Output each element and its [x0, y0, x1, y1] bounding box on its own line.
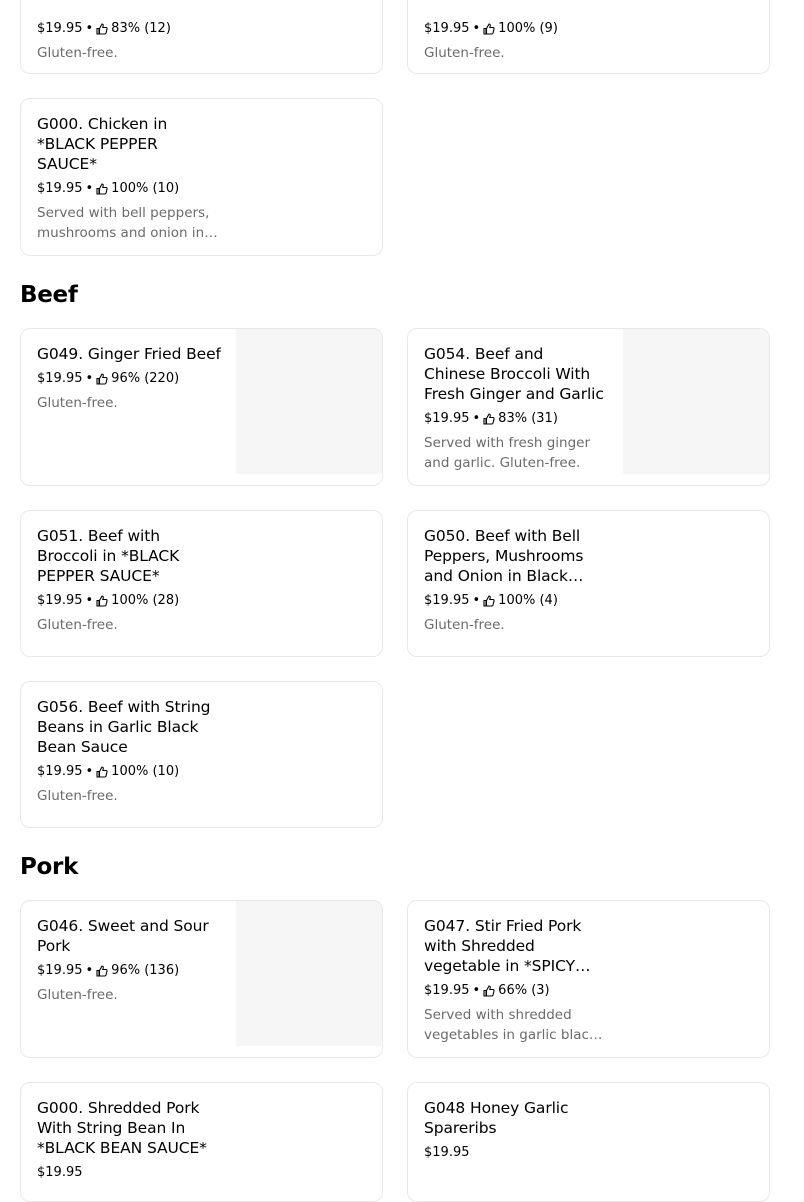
item-description: Served with bell peppers, mushrooms and … [37, 205, 210, 241]
item-meta: $19.95 • 100% (9) [424, 19, 608, 39]
item-price: $19.95 [37, 21, 83, 36]
item-meta: $19.95 • 100% (10) [37, 179, 221, 199]
item-meta: $19.95 • 96% (220) [37, 369, 221, 389]
menu-item-card[interactable]: G000. Chicken in *BLACK PEPPER SAUCE* $1… [20, 98, 383, 256]
item-description: Gluten-free. [37, 987, 118, 1003]
thumbs-up-icon [483, 985, 495, 997]
item-rating: 100% (4) [498, 593, 558, 608]
item-title: G047. Stir Fried Pork with Shredded vege… [424, 917, 582, 975]
item-rating: 100% (28) [111, 593, 180, 608]
item-price: $19.95 [424, 593, 470, 608]
thumbs-up-icon [96, 965, 108, 977]
menu-item-card[interactable]: $19.95 • 100% (9) Gluten-free. [407, 0, 770, 74]
item-title: G054. Beef and Chinese Broccoli With Fre… [424, 345, 604, 403]
item-description: Gluten-free. [37, 617, 118, 633]
thumbs-up-icon [96, 23, 108, 35]
item-price: $19.95 [37, 1165, 83, 1180]
item-rating: 100% (10) [111, 181, 180, 196]
item-title: G000. Chicken in *BLACK PEPPER SAUCE* [37, 115, 168, 173]
menu-item-card[interactable]: G056. Beef with String Beans in Garlic B… [20, 681, 383, 828]
dish-photo-placeholder [623, 329, 769, 474]
menu-item-card[interactable]: G051. Beef with Broccoli in *BLACK PEPPE… [20, 510, 383, 657]
item-rating: 83% (31) [498, 411, 558, 426]
item-title: G051. Beef with Broccoli in *BLACK PEPPE… [37, 527, 180, 585]
item-price: $19.95 [424, 983, 470, 998]
item-meta: $19.95 • 83% (31) [424, 409, 608, 429]
thumbs-up-icon [483, 413, 495, 425]
item-rating: 96% (220) [111, 371, 180, 386]
menu-item-card[interactable]: G054. Beef and Chinese Broccoli With Fre… [407, 328, 770, 486]
thumbs-up-icon [96, 183, 108, 195]
menu-item-card[interactable]: $19.95 • 83% (12) Gluten-free. [20, 0, 383, 74]
item-title: G048 Honey Garlic Spareribs [424, 1099, 569, 1137]
item-title: G049. Ginger Fried Beef [37, 345, 221, 363]
thumbs-up-icon [96, 373, 108, 385]
item-meta: $19.95 [37, 1163, 221, 1183]
menu-item-card[interactable]: G048 Honey Garlic Spareribs $19.95 [407, 1082, 770, 1202]
dish-photo-placeholder [236, 901, 382, 1046]
item-rating: 83% (12) [111, 21, 171, 36]
item-description: Gluten-free. [424, 617, 505, 633]
item-meta: $19.95 • 100% (28) [37, 591, 221, 611]
menu-item-card[interactable]: G000. Shredded Pork With String Bean In … [20, 1082, 383, 1202]
item-description: Served with shredded vegetables in garli… [424, 1007, 597, 1043]
item-price: $19.95 [37, 593, 83, 608]
item-price: $19.95 [37, 764, 83, 779]
item-rating: 100% (10) [111, 764, 180, 779]
item-description: Gluten-free. [37, 45, 118, 61]
menu-item-card[interactable]: G050. Beef with Bell Peppers, Mushrooms … [407, 510, 770, 657]
item-meta: $19.95 • 96% (136) [37, 961, 221, 981]
item-price: $19.95 [37, 963, 83, 978]
menu-item-card[interactable]: G046. Sweet and Sour Pork $19.95 • 96% (13… [20, 900, 383, 1058]
item-rating: 100% (9) [498, 21, 558, 36]
item-title: G000. Shredded Pork With String Bean In … [37, 1099, 207, 1157]
item-title: G050. Beef with Bell Peppers, Mushrooms … [424, 527, 584, 585]
thumbs-up-icon [96, 595, 108, 607]
item-meta: $19.95 • 100% (10) [37, 762, 221, 782]
menu-item-card[interactable]: G049. Ginger Fried Beef $19.95 • 96% (220)… [20, 328, 383, 486]
thumbs-up-icon [483, 23, 495, 35]
dish-photo-placeholder [236, 329, 382, 474]
section-heading-pork: Pork [20, 854, 79, 880]
item-rating: 96% (136) [111, 963, 180, 978]
item-price: $19.95 [424, 1145, 470, 1160]
item-price: $19.95 [37, 181, 83, 196]
item-meta: $19.95 • 83% (12) [37, 19, 221, 39]
item-description: Gluten-free. [37, 788, 118, 804]
menu-item-card[interactable]: G047. Stir Fried Pork with Shredded vege… [407, 900, 770, 1058]
section-heading-beef: Beef [20, 282, 78, 308]
item-meta: $19.95 [424, 1143, 608, 1163]
item-meta: $19.95 • 66% (3) [424, 981, 608, 1001]
item-title: G046. Sweet and Sour Pork [37, 917, 209, 955]
item-meta: $19.95 • 100% (4) [424, 591, 608, 611]
item-title: G056. Beef with String Beans in Garlic B… [37, 698, 211, 756]
item-description: Gluten-free. [424, 45, 505, 61]
item-description: Gluten-free. [37, 395, 118, 411]
item-price: $19.95 [424, 21, 470, 36]
item-price: $19.95 [424, 411, 470, 426]
item-price: $19.95 [37, 371, 83, 386]
item-rating: 66% (3) [498, 983, 550, 998]
item-description: Served with fresh ginger and garlic. Glu… [424, 435, 591, 471]
thumbs-up-icon [483, 595, 495, 607]
thumbs-up-icon [96, 766, 108, 778]
